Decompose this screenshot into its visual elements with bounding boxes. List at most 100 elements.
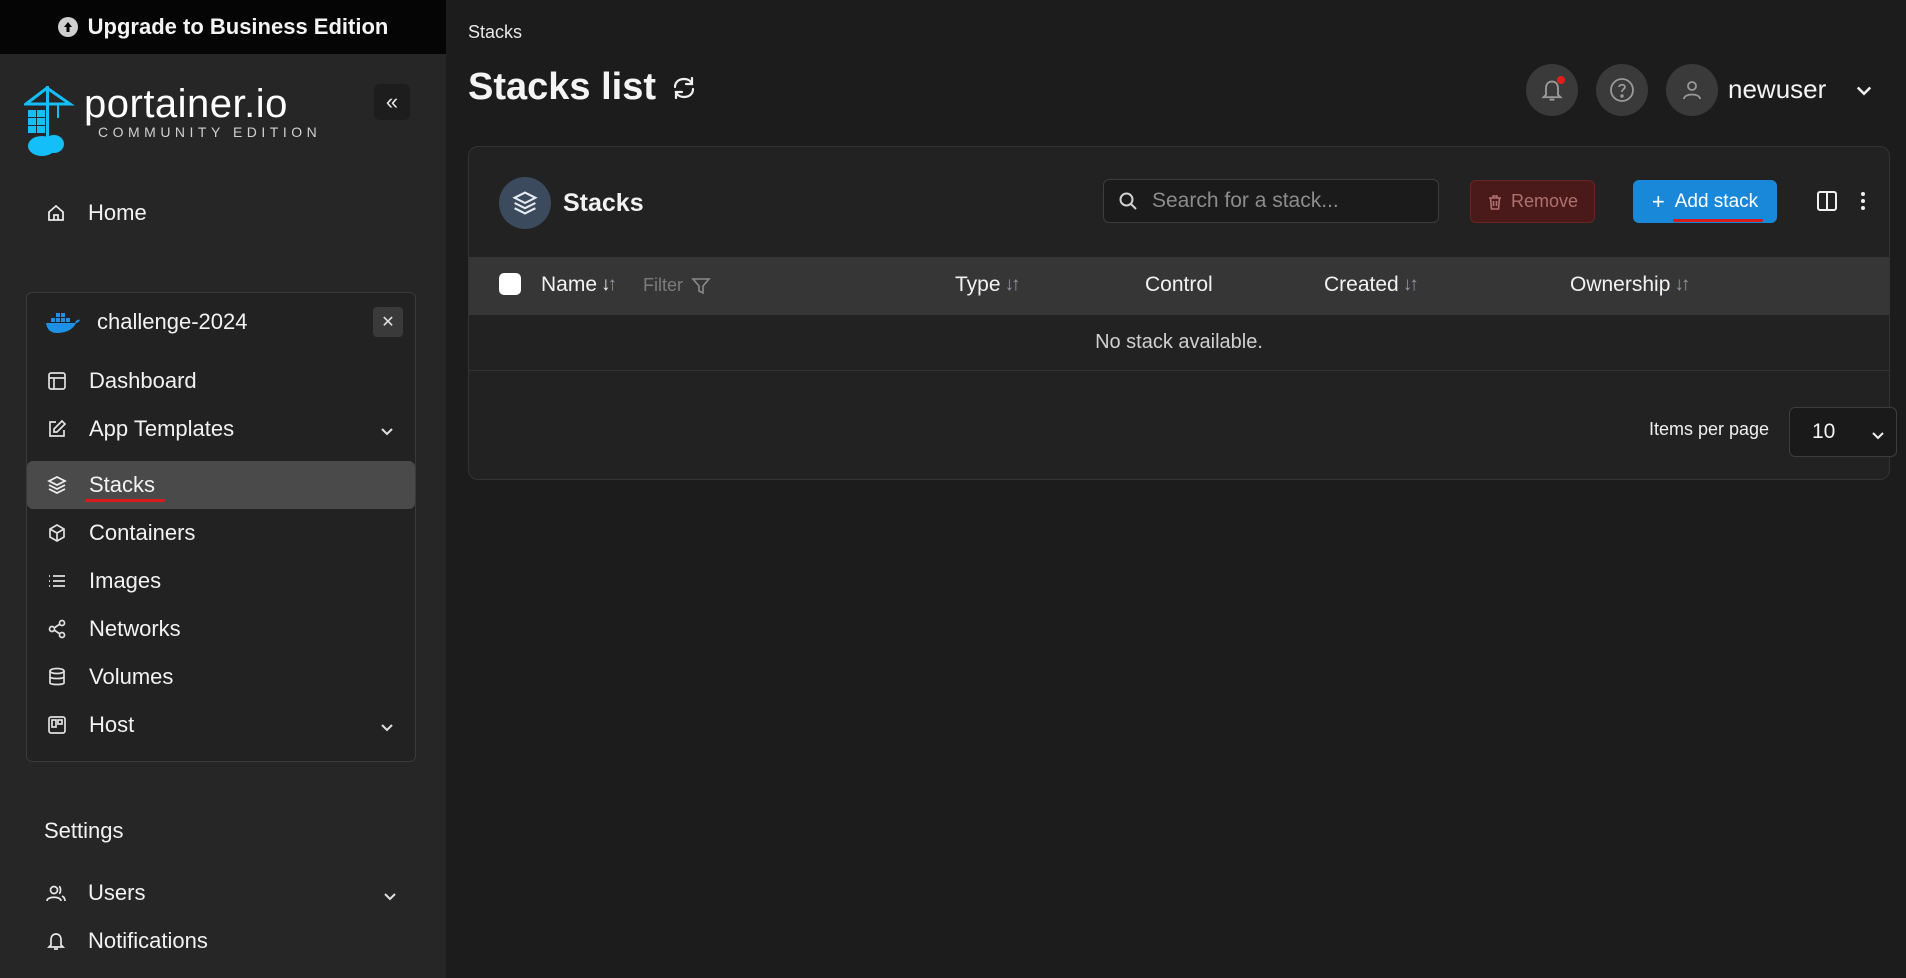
environment-panel: challenge-2024 ✕ Dashboard App Templates [26,292,416,762]
sidebar-item-volumes[interactable]: Volumes [27,653,415,701]
list-icon [45,569,69,593]
sidebar-item-networks[interactable]: Networks [27,605,415,653]
portainer-logo[interactable]: portainer.io COMMUNITY EDITION [24,84,324,156]
column-header-type[interactable]: Type ↓↑ [955,273,1021,297]
database-icon [45,665,69,689]
app-root: Upgrade to Business Edition portainer.io… [0,0,1906,978]
table-header: Name ↓↑ Filter Type ↓↑ Control Created ↓… [469,257,1889,315]
sidebar-item-label: Stacks [89,472,156,497]
sidebar-item-label: Containers [89,520,196,545]
layers-icon [45,473,69,497]
chevron-down-icon[interactable] [382,884,398,910]
columns-icon [1816,190,1838,212]
filter-icon [691,276,711,296]
bell-icon [44,929,68,953]
dashboard-icon [45,369,69,393]
add-stack-underline [1673,219,1763,222]
chevron-down-icon[interactable] [379,715,395,741]
username[interactable]: newuser [1728,74,1826,105]
add-stack-button[interactable]: + Add stack [1633,180,1777,223]
docker-icon [45,310,81,334]
sidebar: Upgrade to Business Edition portainer.io… [0,0,446,978]
sidebar-item-label: Home [88,200,147,225]
remove-label: Remove [1510,191,1579,211]
add-stack-label: Add stack [1674,190,1759,212]
active-underline [85,499,165,502]
column-header-created[interactable]: Created ↓↑ [1324,273,1419,297]
portainer-crane-icon [24,86,75,156]
name-filter[interactable]: Filter [643,275,711,296]
notifications-button[interactable] [1526,64,1578,116]
breadcrumb[interactable]: Stacks [468,22,522,43]
sidebar-item-label: Networks [89,616,181,641]
sidebar-item-dashboard[interactable]: Dashboard [27,357,415,405]
share-icon [45,617,69,641]
layers-icon [499,177,551,229]
items-per-page-value: 10 [1812,420,1836,443]
more-options-button[interactable] [1849,187,1877,215]
box-icon [45,521,69,545]
environment-name: challenge-2024 [97,309,248,334]
logo-edition: COMMUNITY EDITION [98,124,322,140]
sort-icon: ↓↑ [1402,274,1419,295]
sidebar-item-containers[interactable]: Containers [27,509,415,557]
upgrade-label: Upgrade to Business Edition [87,14,389,39]
column-header-control: Control [1145,273,1213,297]
main-content: Stacks Stacks list newuser Stacks Search… [446,0,1906,978]
sort-icon: ↓↑ [1004,274,1021,295]
sidebar-item-label: Dashboard [89,368,197,393]
remove-button[interactable]: Remove [1470,180,1595,223]
sidebar-item-users[interactable]: Users [44,880,398,906]
collapse-sidebar-button[interactable]: « [374,84,410,120]
edit-icon [45,417,69,441]
column-label: Created [1324,273,1399,296]
user-icon [1680,78,1704,102]
close-environment-button[interactable]: ✕ [373,307,403,337]
sidebar-item-label: Notifications [88,928,208,953]
close-icon: ✕ [381,314,395,331]
arrow-up-circle-icon [57,17,78,37]
items-per-page-label: Items per page [1649,419,1770,439]
stacks-panel: Stacks Remove + Add stack [468,146,1897,480]
settings-heading: Settings [44,818,124,843]
sidebar-item-images[interactable]: Images [27,557,415,605]
search-input[interactable] [1152,189,1422,213]
sidebar-item-label: Volumes [89,664,174,689]
column-label: Type [955,273,1001,296]
sidebar-item-stacks[interactable]: Stacks [27,461,415,509]
sidebar-item-label: Users [88,880,146,905]
more-vertical-icon [1860,190,1866,212]
page-title: Stacks list [468,66,656,108]
chevron-down-icon[interactable] [1854,80,1874,105]
refresh-icon[interactable] [670,74,698,102]
help-button[interactable] [1596,64,1648,116]
upgrade-banner[interactable]: Upgrade to Business Edition [0,0,446,54]
sidebar-item-notifications[interactable]: Notifications [44,928,208,954]
chevron-down-icon [1870,425,1886,449]
panel-title: Stacks [563,188,644,217]
columns-toggle-button[interactable] [1813,187,1841,215]
sidebar-item-app-templates[interactable]: App Templates [27,405,415,453]
double-chevron-left-icon: « [385,89,399,114]
chevron-down-icon[interactable] [379,419,395,445]
host-icon [45,713,69,737]
items-per-page-select[interactable]: 10 [1789,407,1897,457]
page-title-row: Stacks list [468,66,698,109]
search-box[interactable] [1103,179,1439,223]
select-all-checkbox[interactable] [499,273,521,295]
column-label: Ownership [1570,273,1671,296]
panel-header: Stacks [499,177,644,229]
column-label: Control [1145,273,1213,296]
sidebar-item-host[interactable]: Host [27,701,415,749]
sidebar-item-label: Host [89,712,135,737]
plus-icon: + [1651,188,1665,214]
sidebar-item-home[interactable]: Home [44,200,147,226]
column-header-name[interactable]: Name ↓↑ [541,273,617,297]
trash-icon [1487,194,1503,210]
column-header-ownership[interactable]: Ownership ↓↑ [1570,273,1690,297]
search-icon [1118,191,1138,211]
environment-header[interactable]: challenge-2024 [45,309,247,335]
home-icon [44,201,68,225]
user-avatar[interactable] [1666,64,1718,116]
sidebar-item-label: App Templates [89,416,235,441]
